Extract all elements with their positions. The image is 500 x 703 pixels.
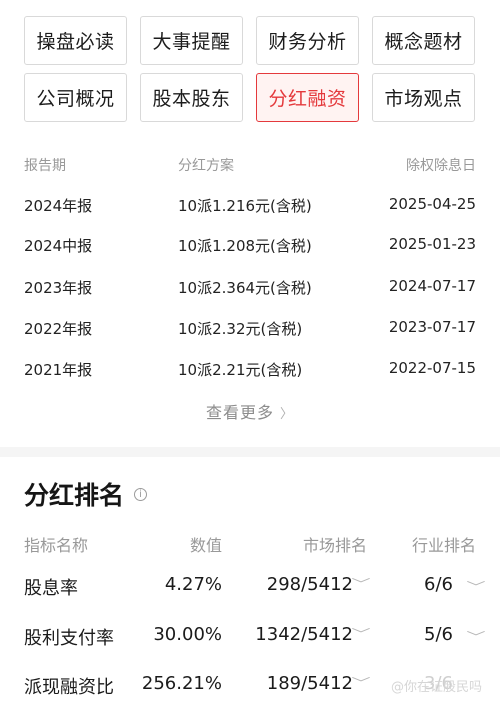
tab-dividends-financing[interactable]: 分红融资: [256, 73, 359, 122]
row-ex-date: 2023-07-17: [388, 318, 476, 336]
section-divider: [0, 447, 500, 457]
view-more-link[interactable]: 查看更多 〉: [0, 399, 500, 423]
chevron-down-icon[interactable]: ﹀: [466, 578, 485, 595]
view-more-label: 查看更多: [205, 403, 274, 422]
row-period: 2023年报: [24, 279, 93, 297]
tab-label: 操盘必读: [36, 31, 115, 53]
market-rank-value: 1342/5412: [255, 624, 353, 645]
market-rank[interactable]: 298/5412﹀: [247, 574, 371, 595]
header-value: 数值: [189, 536, 222, 555]
watermark: @你在证股民吗: [390, 680, 482, 695]
header-industry-rank: 行业排名: [411, 536, 476, 555]
tab-concepts[interactable]: 概念题材: [372, 16, 475, 65]
row-plan: 10派1.208元(含税): [178, 237, 312, 255]
market-rank-value: 298/5412: [266, 574, 353, 595]
market-rank[interactable]: 189/5412﹀: [247, 673, 371, 694]
row-period: 2021年报: [24, 361, 93, 379]
header-report-period: 报告期: [24, 158, 66, 174]
chevron-down-icon[interactable]: ﹀: [466, 628, 485, 645]
row-ex-date: 2024-07-17: [388, 277, 476, 295]
info-icon[interactable]: i: [134, 487, 148, 501]
row-ex-date: 2022-07-15: [388, 359, 476, 377]
indicator-value: 30.00%: [153, 624, 222, 645]
row-plan: 10派2.32元(含税): [178, 320, 303, 338]
indicator-name: 股息率: [24, 578, 78, 599]
section-title: 分红排名 i: [24, 476, 148, 512]
ranking-title: 分红排名: [24, 481, 125, 510]
header-dividend-plan: 分红方案: [178, 158, 234, 174]
tab-label: 概念题材: [384, 31, 463, 53]
row-ex-date: 2025-01-23: [388, 235, 476, 253]
chevron-right-icon: 〉: [280, 407, 295, 422]
tab-shareholders[interactable]: 股本股东: [140, 73, 243, 122]
tab-company-profile[interactable]: 公司概况: [24, 73, 127, 122]
row-plan: 10派1.216元(含税): [178, 197, 312, 215]
tab-label: 分红融资: [268, 88, 347, 110]
row-plan: 10派2.364元(含税): [178, 279, 312, 297]
tab-label: 大事提醒: [152, 31, 231, 53]
row-plan: 10派2.21元(含税): [178, 361, 303, 379]
tab-label: 市场观点: [384, 88, 463, 110]
chevron-down-icon: ﹀: [351, 627, 371, 641]
tab-label: 股本股东: [152, 88, 231, 110]
chevron-down-icon: ﹀: [351, 577, 371, 591]
tab-financial-analysis[interactable]: 财务分析: [256, 16, 359, 65]
tab-major-events[interactable]: 大事提醒: [140, 16, 243, 65]
indicator-value: 256.21%: [141, 673, 222, 694]
industry-rank: 6/6: [424, 574, 453, 595]
row-period: 2024年报: [24, 197, 93, 215]
row-period: 2024中报: [24, 237, 93, 255]
tab-label: 财务分析: [268, 31, 347, 53]
chevron-down-icon: ﹀: [351, 676, 371, 690]
header-market-rank: 市场排名: [302, 536, 367, 555]
industry-rank: 5/6: [424, 624, 453, 645]
row-ex-date: 2025-04-25: [388, 195, 476, 213]
market-rank[interactable]: 1342/5412﹀: [247, 624, 371, 645]
tab-market-views[interactable]: 市场观点: [372, 73, 475, 122]
indicator-name: 派现融资比: [24, 677, 114, 698]
market-rank-value: 189/5412: [266, 673, 353, 694]
indicator-value: 4.27%: [164, 574, 222, 595]
tab-label: 公司概况: [36, 88, 115, 110]
tab-trading-essentials[interactable]: 操盘必读: [24, 16, 127, 65]
header-ex-dividend-date: 除权除息日: [406, 158, 476, 174]
indicator-name: 股利支付率: [24, 628, 114, 649]
row-period: 2022年报: [24, 320, 93, 338]
header-indicator-name: 指标名称: [24, 536, 89, 555]
